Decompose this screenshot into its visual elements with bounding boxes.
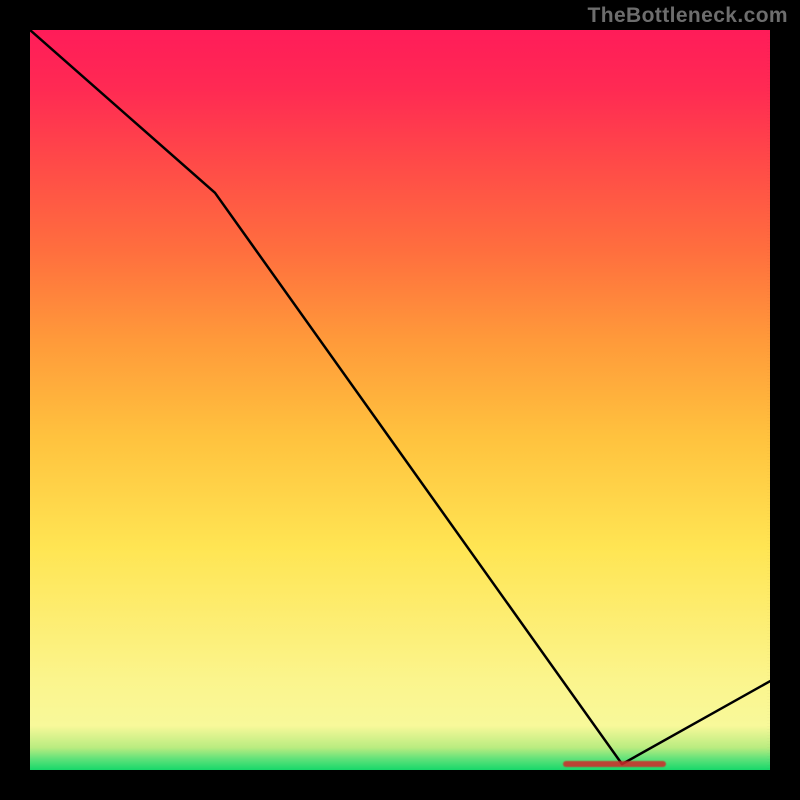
optimal-range-marker bbox=[563, 761, 667, 767]
bottleneck-curve bbox=[30, 30, 770, 770]
watermark-label: TheBottleneck.com bbox=[587, 4, 788, 28]
plot-area bbox=[30, 30, 770, 770]
chart-frame: TheBottleneck.com bbox=[0, 0, 800, 800]
curve-path bbox=[30, 30, 770, 764]
